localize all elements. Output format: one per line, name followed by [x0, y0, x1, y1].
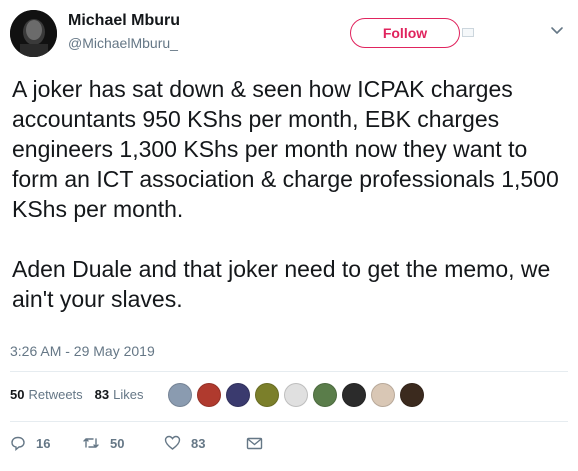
- author-handle[interactable]: @MichaelMburu_: [68, 35, 178, 51]
- like-action[interactable]: 83: [164, 435, 246, 451]
- liker-avatar-6[interactable]: [313, 383, 337, 407]
- heart-icon: [164, 435, 181, 450]
- tweet-actions: 16 50 83: [10, 432, 273, 454]
- chevron-down-icon[interactable]: [548, 22, 566, 40]
- reply-action[interactable]: 16: [10, 435, 82, 451]
- avatar-image: [10, 10, 57, 57]
- author-name[interactable]: Michael Mburu: [68, 12, 180, 30]
- retweet-icon: [83, 438, 99, 448]
- author-avatar[interactable]: [10, 10, 57, 57]
- direct-message-icon[interactable]: [462, 28, 474, 37]
- retweets-stat[interactable]: 50 Retweets: [10, 387, 83, 402]
- follow-button[interactable]: Follow: [350, 18, 460, 48]
- likes-count: 83: [94, 387, 110, 402]
- retweet-action[interactable]: 50: [82, 435, 164, 451]
- envelope-icon: [246, 437, 263, 449]
- tweet-timestamp[interactable]: 3:26 AM - 29 May 2019: [10, 343, 155, 359]
- engagement-stats: 50 Retweets 83 Likes: [10, 387, 156, 402]
- liker-avatar-4[interactable]: [255, 383, 279, 407]
- likes-stat[interactable]: 83 Likes: [95, 387, 144, 402]
- reply-count: 16: [36, 435, 51, 451]
- likes-label: Likes: [113, 387, 144, 402]
- liker-avatars: [168, 380, 438, 410]
- liker-avatar-8[interactable]: [371, 383, 395, 407]
- liker-avatar-9[interactable]: [400, 383, 424, 407]
- liker-avatar-5[interactable]: [284, 383, 308, 407]
- liker-avatar-1[interactable]: [168, 383, 192, 407]
- liker-avatar-3[interactable]: [226, 383, 250, 407]
- retweet-count: 50: [110, 435, 125, 451]
- divider-top: [10, 371, 568, 372]
- reply-icon: [11, 436, 25, 451]
- retweets-count: 50: [10, 387, 25, 402]
- direct-message-action[interactable]: [246, 436, 273, 451]
- like-count: 83: [191, 435, 206, 451]
- retweets-label: Retweets: [28, 387, 83, 402]
- tweet-text: A joker has sat down & seen how ICPAK ch…: [12, 76, 559, 312]
- follow-button-label: Follow: [382, 25, 428, 41]
- liker-avatar-2[interactable]: [197, 383, 221, 407]
- tweet-card: Michael Mburu @MichaelMburu_ Follow A jo…: [0, 0, 578, 471]
- divider-bottom: [10, 421, 568, 422]
- liker-avatar-7[interactable]: [342, 383, 366, 407]
